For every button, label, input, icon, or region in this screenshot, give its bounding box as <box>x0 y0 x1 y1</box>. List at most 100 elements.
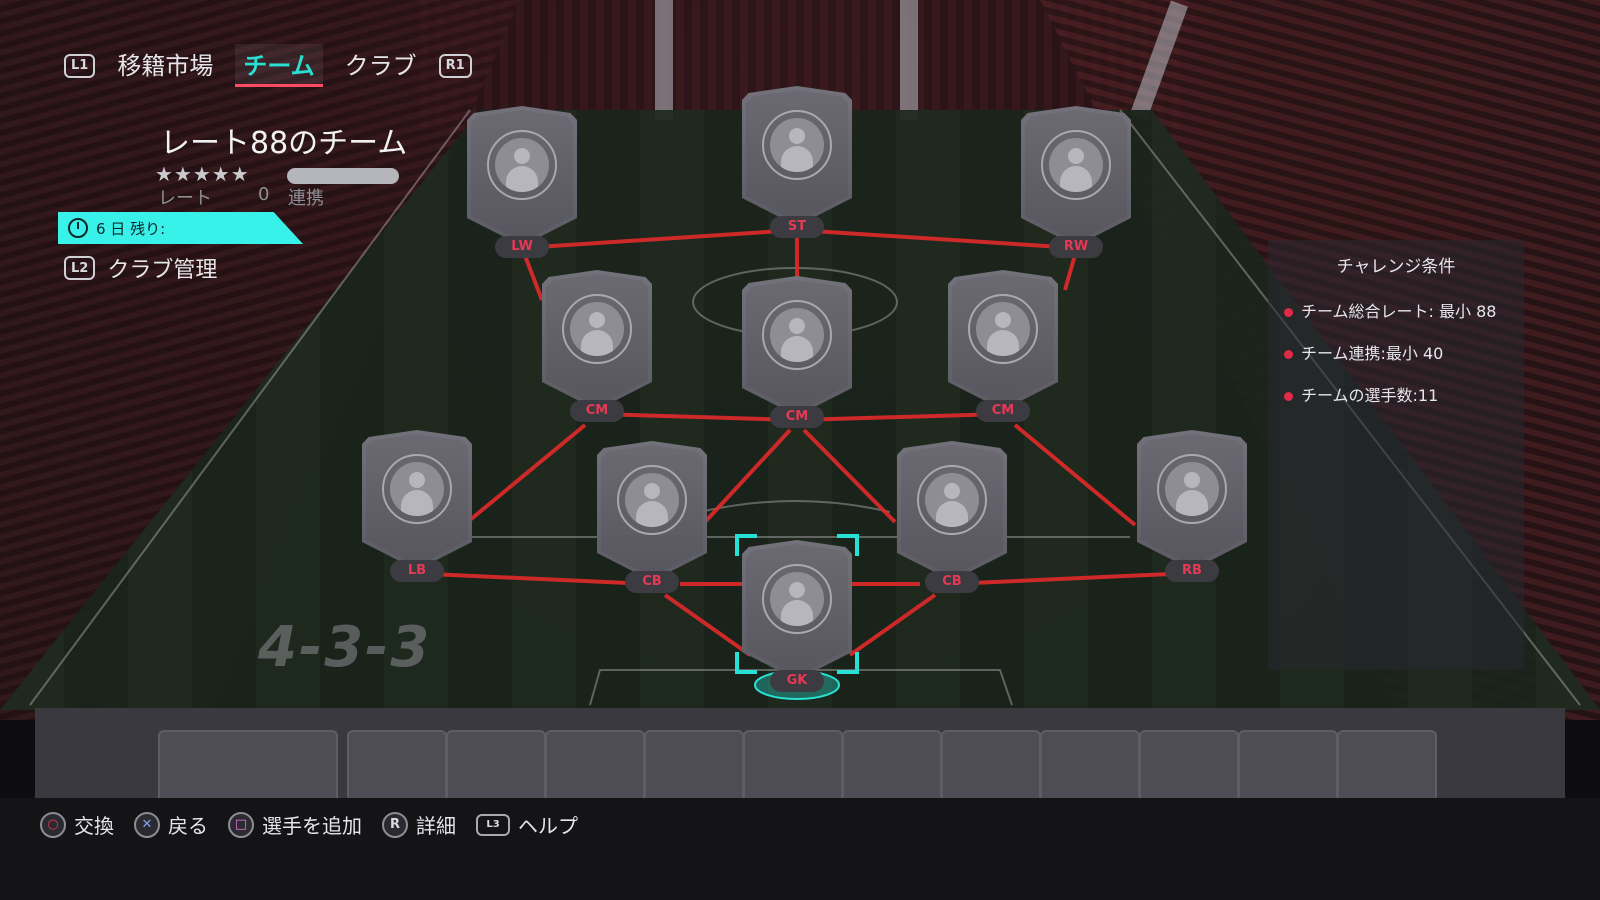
position-label: CB <box>925 571 979 593</box>
silhouette-icon <box>925 473 979 527</box>
l1-button[interactable]: L1 <box>64 53 96 78</box>
squad-title: レート88のチーム <box>160 126 408 161</box>
rating-value: 0 <box>258 184 270 205</box>
stopwatch-icon <box>68 218 88 238</box>
bench-slot[interactable] <box>743 730 843 800</box>
club-management[interactable]: L2 クラブ管理 <box>64 252 217 284</box>
silhouette-icon <box>570 302 624 356</box>
player-slot-rb[interactable]: RB <box>1137 430 1247 582</box>
position-label: CM <box>976 400 1030 422</box>
bench-slot[interactable] <box>446 730 546 800</box>
l2-button[interactable]: L2 <box>64 256 96 280</box>
bench-slot[interactable] <box>1337 730 1437 800</box>
bench-slot[interactable] <box>941 730 1041 800</box>
player-slot-lb[interactable]: LB <box>362 430 472 582</box>
position-label: LB <box>390 560 444 582</box>
tab-squad[interactable]: チーム <box>235 44 323 87</box>
bench-slot[interactable] <box>842 730 942 800</box>
player-slot-rw[interactable]: RW <box>1021 106 1131 258</box>
empty-player-icon <box>1157 454 1227 524</box>
requirement-text: チームの選手数:11 <box>1301 386 1439 405</box>
selection-corner <box>735 534 757 556</box>
bench-slot[interactable] <box>1238 730 1338 800</box>
requirement-item: チームの選手数:11 <box>1284 383 1508 409</box>
left-stick-icon: L3 <box>476 813 510 836</box>
bench-slot[interactable] <box>347 730 447 800</box>
challenge-title: チャレンジ条件 <box>1336 257 1456 277</box>
chemistry-label: 連携 <box>288 188 324 209</box>
chem-link <box>703 428 792 524</box>
empty-player-icon <box>1041 130 1111 200</box>
player-slot-cm[interactable]: CM <box>948 270 1058 422</box>
hint-add-player-label: 選手を追加 <box>262 814 362 838</box>
circle-button-icon: ○ <box>40 811 66 838</box>
bench-slot[interactable] <box>1040 730 1140 800</box>
player-slot-lw[interactable]: LW <box>467 106 577 258</box>
position-label: LW <box>495 236 549 258</box>
challenge-requirements-panel: チャレンジ条件 チーム総合レート: 最小 88 チーム連携:最小 40 チームの… <box>1268 240 1524 670</box>
player-slot-cb[interactable]: CB <box>597 441 707 593</box>
hint-details-label: 詳細 <box>416 814 456 838</box>
silhouette-icon <box>976 302 1030 356</box>
requirement-text: チーム総合レート: 最小 88 <box>1301 302 1497 321</box>
silhouette-icon <box>770 308 824 362</box>
time-remaining-text: 6 日 残り: <box>96 219 166 238</box>
chem-link <box>1013 423 1137 527</box>
position-label: CB <box>625 571 679 593</box>
silhouette-icon <box>495 138 549 192</box>
top-navigation: L1 移籍市場 チーム クラブ R1 <box>64 44 472 87</box>
cross-button-icon: ✕ <box>134 811 160 838</box>
hint-swap[interactable]: ○ 交換 <box>40 810 114 839</box>
empty-player-icon <box>917 465 987 535</box>
right-stick-icon: R <box>382 811 408 838</box>
player-slot-cm[interactable]: CM <box>742 276 852 428</box>
hint-help-label: ヘルプ <box>518 814 578 838</box>
player-slot-st[interactable]: ST <box>742 86 852 238</box>
empty-player-icon <box>617 465 687 535</box>
hint-back-label: 戻る <box>168 814 208 838</box>
tab-transfer-market[interactable]: 移籍市場 <box>109 44 221 87</box>
empty-player-icon <box>562 294 632 364</box>
time-remaining-banner: 6 日 残り: <box>58 212 303 244</box>
chem-link <box>468 423 587 522</box>
position-label: RW <box>1049 236 1103 258</box>
square-button-icon: □ <box>228 811 254 838</box>
requirement-item: チーム総合レート: 最小 88 <box>1284 299 1508 325</box>
requirement-status-dot <box>1284 308 1293 317</box>
hint-details[interactable]: R 詳細 <box>382 810 456 839</box>
empty-player-icon <box>762 300 832 370</box>
tab-club[interactable]: クラブ <box>337 44 425 87</box>
position-label: RB <box>1165 560 1219 582</box>
selection-corner <box>735 652 757 674</box>
silhouette-icon <box>1049 138 1103 192</box>
silhouette-icon <box>390 462 444 516</box>
position-label: CM <box>770 406 824 428</box>
bench-slot[interactable] <box>545 730 645 800</box>
rating-label: レート <box>158 188 212 209</box>
empty-player-icon <box>487 130 557 200</box>
empty-player-icon <box>762 110 832 180</box>
club-management-label: クラブ管理 <box>107 258 218 283</box>
hint-add-player[interactable]: □ 選手を追加 <box>228 810 362 839</box>
silhouette-icon <box>625 473 679 527</box>
star-rating: ★★★★★ <box>155 162 250 186</box>
chem-link <box>848 593 937 657</box>
bench-slot[interactable] <box>1139 730 1239 800</box>
silhouette-icon <box>1165 462 1219 516</box>
player-slot-cm[interactable]: CM <box>542 270 652 422</box>
selection-corner <box>837 534 859 556</box>
chemistry-bar <box>287 168 399 184</box>
hint-swap-label: 交換 <box>74 814 114 838</box>
requirement-status-dot <box>1284 350 1293 359</box>
player-slot-cb[interactable]: CB <box>897 441 1007 593</box>
r1-button[interactable]: R1 <box>438 53 472 78</box>
empty-player-icon <box>382 454 452 524</box>
formation-label: 4-3-3 <box>258 615 432 680</box>
bench-slot[interactable] <box>644 730 744 800</box>
requirement-text: チーム連携:最小 40 <box>1301 344 1444 363</box>
selection-cursor <box>735 534 859 674</box>
bench-slot[interactable] <box>158 730 338 800</box>
hint-back[interactable]: ✕ 戻る <box>134 810 208 839</box>
button-hints: ○ 交換 ✕ 戻る □ 選手を追加 R 詳細 L3 ヘルプ <box>40 810 578 839</box>
hint-help[interactable]: L3 ヘルプ <box>476 810 578 839</box>
